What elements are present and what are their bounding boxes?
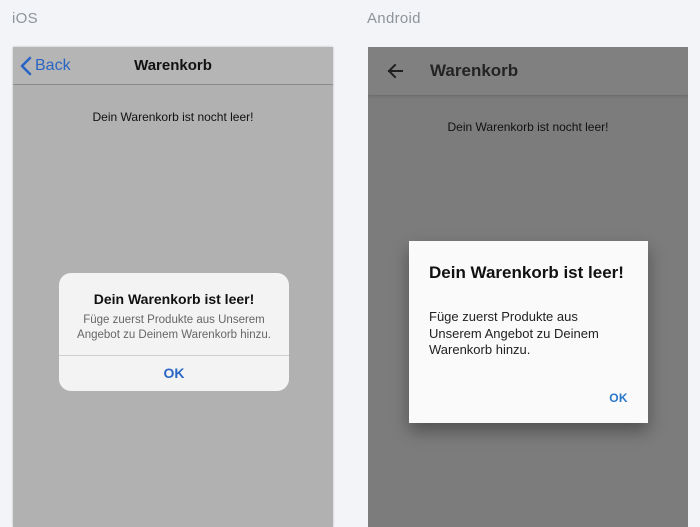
arrow-left-icon[interactable] <box>386 62 404 80</box>
android-screen: Warenkorb Dein Warenkorb ist nocht leer!… <box>368 47 688 527</box>
ios-alert-message: Füge zuerst Produkte aus Unserem Angebot… <box>77 314 271 341</box>
ios-page-title: Warenkorb <box>134 57 212 74</box>
ios-alert-ok-button[interactable]: OK <box>59 356 289 391</box>
ios-screen: Back Warenkorb Dein Warenkorb ist nocht … <box>13 47 333 527</box>
ios-empty-cart-text: Dein Warenkorb ist nocht leer! <box>92 110 254 124</box>
ios-navigation-bar: Back Warenkorb <box>13 47 333 85</box>
android-dialog-ok-button[interactable]: OK <box>609 391 628 405</box>
android-dialog-title: Dein Warenkorb ist leer! <box>429 263 624 282</box>
android-empty-cart-text: Dein Warenkorb ist nocht leer! <box>447 120 609 134</box>
ios-alert-title: Dein Warenkorb ist leer! <box>93 291 255 307</box>
android-toolbar: Warenkorb <box>368 47 688 95</box>
android-alert-dialog: Dein Warenkorb ist leer! Füge zuerst Pro… <box>409 241 648 423</box>
ios-alert-dialog: Dein Warenkorb ist leer! Füge zuerst Pro… <box>59 273 289 391</box>
android-dialog-message: Füge zuerst Produkte aus Unserem Angebot… <box>429 309 599 357</box>
android-platform-label: Android <box>367 10 421 27</box>
ios-platform-label: iOS <box>12 10 38 27</box>
android-page-title: Warenkorb <box>430 61 519 80</box>
